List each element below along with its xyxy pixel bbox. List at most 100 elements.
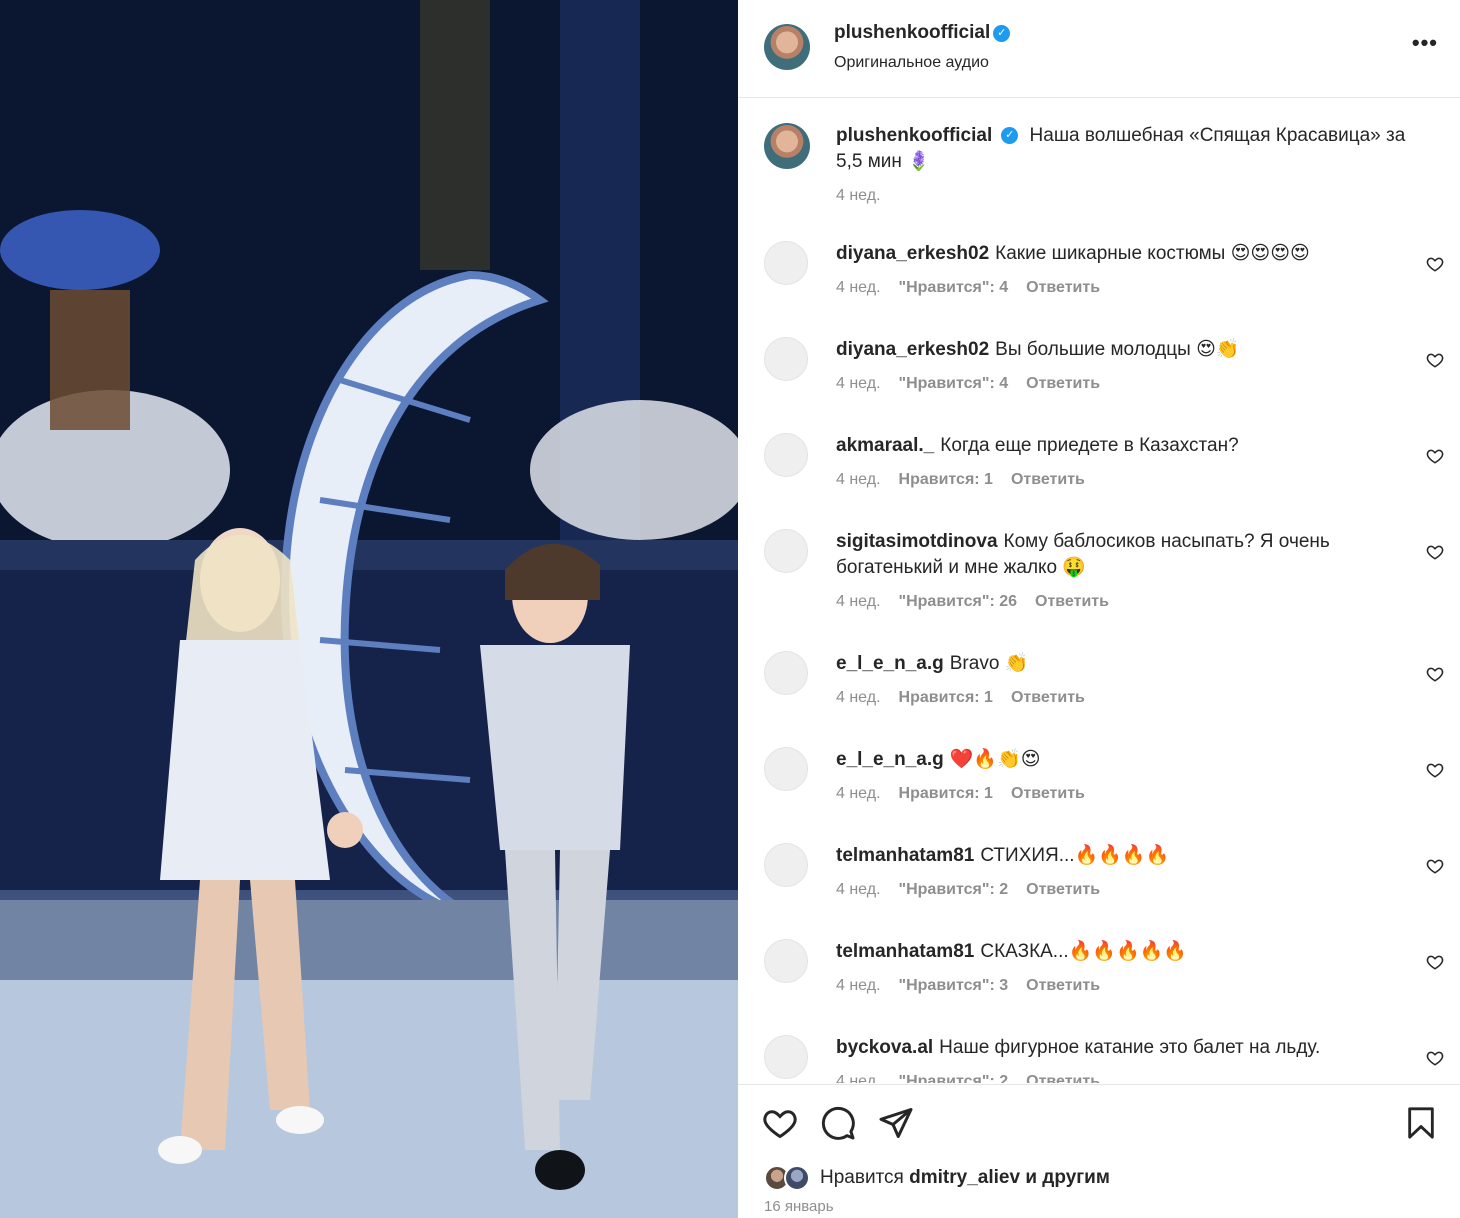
author-avatar[interactable] <box>764 24 810 70</box>
comment-text: ❤️🔥👏😍 <box>949 749 1041 770</box>
comment-body: byckova.al Наше фигурное катание это бале… <box>836 1035 1416 1061</box>
audio-label[interactable]: Оригинальное аудио <box>834 54 989 72</box>
reply-button[interactable]: Ответить <box>1026 881 1100 898</box>
comment-text: СТИХИЯ...🔥🔥🔥🔥 <box>980 845 1170 866</box>
heart-icon[interactable] <box>1426 255 1444 273</box>
comment-likes[interactable]: "Нравится": 26 <box>899 593 1018 610</box>
post-details: plushenkoofficial ✓ Оригинальное аудио ••… <box>738 0 1460 1218</box>
reply-button[interactable]: Ответить <box>1035 593 1109 610</box>
comment-body: diyana_erkesh02 Вы большие молодцы 😍👏 <box>836 337 1416 363</box>
comment-username[interactable]: diyana_erkesh02 <box>836 243 989 264</box>
comment-meta: 4 нед. "Нравится": 4 Ответить <box>836 375 1118 393</box>
comment-time: 4 нед. <box>836 471 881 488</box>
comment-body: sigitasimotdinova Кому баблосиков насыпат… <box>836 529 1416 581</box>
commenter-avatar[interactable] <box>764 1035 808 1079</box>
comment-likes[interactable]: "Нравится": 2 <box>899 1073 1009 1083</box>
comment-text: Вы большие молодцы 😍👏 <box>995 339 1240 360</box>
comment-body: e_l_e_n_a.g Bravo 👏 <box>836 651 1416 677</box>
reply-button[interactable]: Ответить <box>1026 279 1100 296</box>
comment-time: 4 нед. <box>836 279 881 296</box>
reply-button[interactable]: Ответить <box>1026 375 1100 392</box>
bookmark-icon[interactable] <box>1404 1105 1438 1141</box>
comment-username[interactable]: telmanhatam81 <box>836 941 974 962</box>
heart-icon[interactable] <box>1426 1049 1444 1067</box>
like-heart-icon[interactable] <box>762 1105 798 1141</box>
comment-username[interactable]: sigitasimotdinova <box>836 531 998 552</box>
comment-time: 4 нед. <box>836 785 881 802</box>
caption-time: 4 нед. <box>836 187 881 204</box>
reply-button[interactable]: Ответить <box>1026 1073 1100 1083</box>
liker-username[interactable]: dmitry_aliev <box>909 1167 1020 1188</box>
liker-avatar[interactable] <box>784 1165 810 1191</box>
likes-summary[interactable]: Нравится dmitry_aliev и другим <box>820 1167 1110 1189</box>
comment-body: telmanhatam81 СКАЗКА...🔥🔥🔥🔥🔥 <box>836 939 1416 965</box>
reply-button[interactable]: Ответить <box>1011 785 1085 802</box>
comment-meta: 4 нед. "Нравится": 3 Ответить <box>836 977 1118 995</box>
comment-time: 4 нед. <box>836 593 881 610</box>
comment-text: Когда еще приедете в Казахстан? <box>940 435 1239 456</box>
comment-likes[interactable]: Нравится: 1 <box>899 785 993 802</box>
comment-meta: 4 нед. "Нравится": 26 Ответить <box>836 593 1127 611</box>
post-photo[interactable] <box>0 0 738 1218</box>
comment-body: akmaraal._ Когда еще приедете в Казахстан… <box>836 433 1416 459</box>
reply-button[interactable]: Ответить <box>1026 977 1100 994</box>
commenter-avatar[interactable] <box>764 747 808 791</box>
comment-username[interactable]: telmanhatam81 <box>836 845 974 866</box>
comment-likes[interactable]: "Нравится": 3 <box>899 977 1009 994</box>
reply-button[interactable]: Ответить <box>1011 471 1085 488</box>
comment-meta: 4 нед. Нравится: 1 Ответить <box>836 689 1103 707</box>
heart-icon[interactable] <box>1426 351 1444 369</box>
more-icon[interactable]: ••• <box>1412 30 1438 56</box>
comment-text: Наше фигурное катание это балет на льду. <box>939 1037 1321 1058</box>
verified-icon: ✓ <box>1001 127 1019 145</box>
comment-time: 4 нед. <box>836 881 881 898</box>
commenter-avatar[interactable] <box>764 337 808 381</box>
comment-body: telmanhatam81 СТИХИЯ...🔥🔥🔥🔥 <box>836 843 1416 869</box>
comment-username[interactable]: byckova.al <box>836 1037 933 1058</box>
comment-username[interactable]: e_l_e_n_a.g <box>836 653 944 674</box>
heart-icon[interactable] <box>1426 543 1444 561</box>
heart-icon[interactable] <box>1426 953 1444 971</box>
comment-likes[interactable]: "Нравится": 2 <box>899 881 1009 898</box>
comment-meta: 4 нед. "Нравится": 2 Ответить <box>836 1073 1118 1083</box>
likes-prefix: Нравится <box>820 1167 904 1188</box>
comment-icon[interactable] <box>820 1105 856 1141</box>
commenter-avatar[interactable] <box>764 433 808 477</box>
comment-likes[interactable]: "Нравится": 4 <box>899 375 1009 392</box>
heart-icon[interactable] <box>1426 665 1444 683</box>
reply-button[interactable]: Ответить <box>1011 689 1085 706</box>
commenter-avatar[interactable] <box>764 939 808 983</box>
heart-icon[interactable] <box>1426 447 1444 465</box>
comment-username[interactable]: e_l_e_n_a.g <box>836 749 944 770</box>
photo-illustration <box>0 0 738 1218</box>
action-bar: Нравится dmitry_aliev и другим 16 январь <box>738 1084 1460 1218</box>
verified-icon: ✓ <box>993 25 1011 43</box>
comment-username[interactable]: diyana_erkesh02 <box>836 339 989 360</box>
comment-time: 4 нед. <box>836 375 881 392</box>
comment-likes[interactable]: "Нравится": 4 <box>899 279 1009 296</box>
comment-time: 4 нед. <box>836 1073 881 1083</box>
heart-icon[interactable] <box>1426 857 1444 875</box>
commenter-avatar[interactable] <box>764 529 808 573</box>
author-username[interactable]: plushenkoofficial <box>834 22 990 43</box>
commenter-avatar[interactable] <box>764 651 808 695</box>
comment-meta: 4 нед. "Нравится": 2 Ответить <box>836 881 1118 899</box>
likes-suffix[interactable]: и другим <box>1025 1167 1110 1188</box>
commenter-avatar[interactable] <box>764 241 808 285</box>
caption-avatar[interactable] <box>764 123 810 169</box>
comment-meta: 4 нед. Нравится: 1 Ответить <box>836 471 1103 489</box>
comment-likes[interactable]: Нравится: 1 <box>899 689 993 706</box>
comment-text: Bravo 👏 <box>949 653 1029 674</box>
heart-icon[interactable] <box>1426 761 1444 779</box>
comment-body: diyana_erkesh02 Какие шикарные костюмы 😍😍… <box>836 241 1416 267</box>
comment-likes[interactable]: Нравится: 1 <box>899 471 993 488</box>
comment-time: 4 нед. <box>836 977 881 994</box>
comments-list[interactable]: plushenkoofficial ✓ Наша волшебная «Спяща… <box>738 99 1460 1083</box>
comment-meta: 4 нед. Нравится: 1 Ответить <box>836 785 1103 803</box>
commenter-avatar[interactable] <box>764 843 808 887</box>
comment-username[interactable]: akmaraal._ <box>836 435 934 456</box>
comment-time: 4 нед. <box>836 689 881 706</box>
share-icon[interactable] <box>878 1105 914 1141</box>
caption-username[interactable]: plushenkoofficial <box>836 125 992 146</box>
comment-body: e_l_e_n_a.g ❤️🔥👏😍 <box>836 747 1416 773</box>
